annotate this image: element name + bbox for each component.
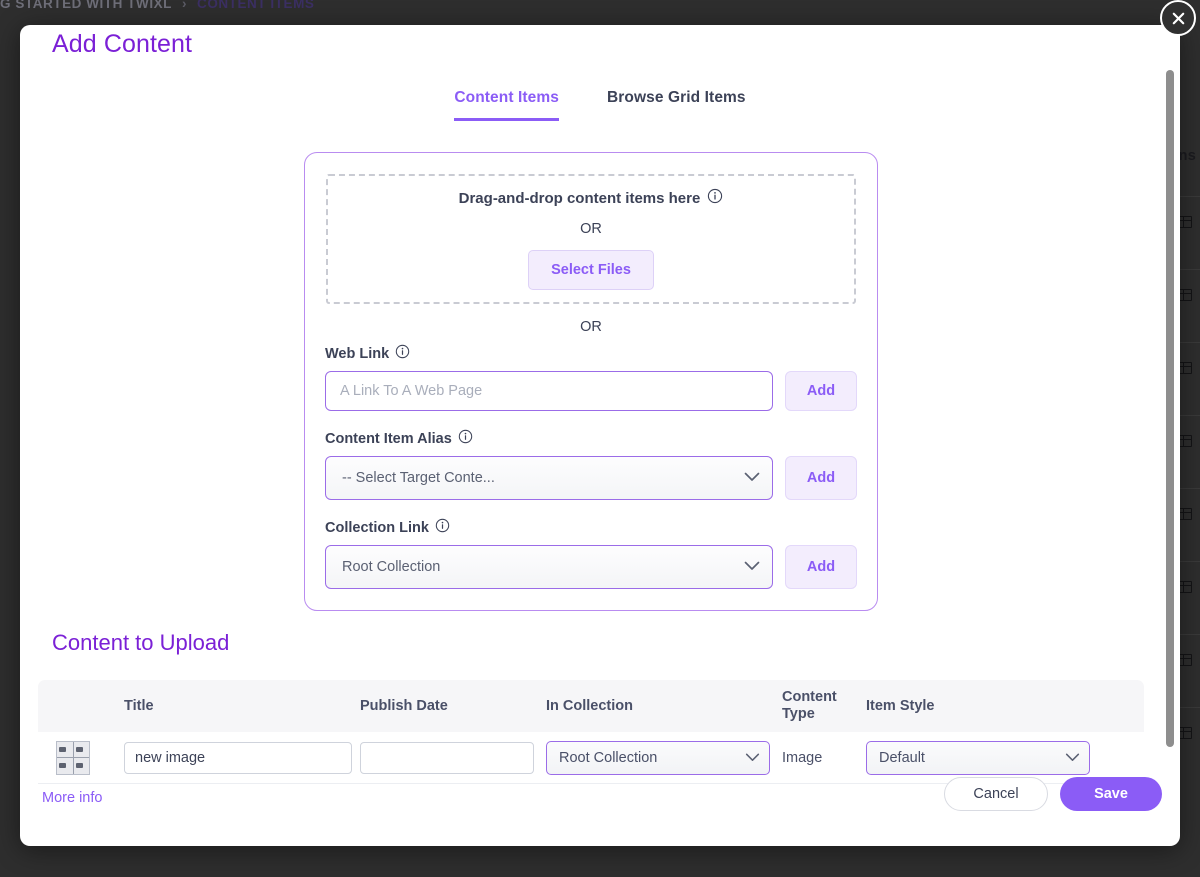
column-header-content-type: Content Type: [782, 689, 866, 722]
web-link-label: Web Link: [325, 344, 857, 363]
close-modal-button[interactable]: [1160, 0, 1196, 36]
collection-link-label-text: Collection Link: [325, 519, 429, 536]
dropzone-or-label: OR: [580, 221, 602, 237]
collection-link-field: Collection Link Root Collection Add: [325, 518, 857, 589]
modal-scrollbar[interactable]: [1166, 70, 1174, 747]
web-link-field: Web Link Add: [325, 344, 857, 411]
column-header-title: Title: [124, 697, 154, 714]
close-icon: [1170, 10, 1187, 27]
row-in-collection-select[interactable]: Root Collection: [546, 740, 770, 775]
web-link-label-text: Web Link: [325, 345, 390, 362]
breadcrumb-prev[interactable]: G STARTED WITH TWIXL: [0, 0, 172, 11]
web-link-add-button[interactable]: Add: [785, 371, 857, 411]
content-item-alias-select[interactable]: -- Select Target Conte...: [325, 456, 773, 500]
info-icon[interactable]: [395, 344, 410, 363]
content-item-alias-add-button[interactable]: Add: [785, 456, 857, 500]
row-title-cell: [124, 741, 360, 774]
column-header-in-collection: In Collection: [546, 697, 633, 714]
modal-footer-buttons: Cancel Save: [944, 777, 1162, 811]
collection-link-label: Collection Link: [325, 518, 857, 537]
column-header-content-type-line1: Content: [782, 689, 837, 706]
content-item-alias-field: Content Item Alias -- Select Target Cont…: [325, 429, 857, 500]
content-source-panel: Drag-and-drop content items here OR Sele…: [304, 152, 878, 611]
tab-browse-grid-items[interactable]: Browse Grid Items: [607, 89, 746, 121]
breadcrumb-current: CONTENT ITEMS: [197, 0, 315, 11]
info-icon[interactable]: [435, 518, 450, 537]
row-publish-date-input[interactable]: [360, 741, 534, 774]
row-item-style-select[interactable]: Default: [866, 740, 1090, 775]
breadcrumb-separator: ›: [181, 0, 188, 11]
row-item-style-cell: Default: [866, 740, 1106, 775]
collection-link-add-button[interactable]: Add: [785, 545, 857, 589]
table-header-row: Title Publish Date In Collection Content…: [38, 680, 1144, 732]
tab-content-items[interactable]: Content Items: [454, 89, 559, 121]
dropzone-label: Drag-and-drop content items here: [459, 188, 724, 208]
collection-link-select[interactable]: Root Collection: [325, 545, 773, 589]
column-header-publish-date: Publish Date: [360, 697, 448, 714]
column-header-content-type-line2: Type: [782, 706, 815, 722]
column-header-item-style: Item Style: [866, 697, 935, 714]
add-content-modal: Add Content Content Items Browse Grid It…: [20, 25, 1180, 846]
select-files-button[interactable]: Select Files: [528, 250, 654, 290]
content-item-alias-label-text: Content Item Alias: [325, 430, 452, 447]
row-content-type-value: Image: [782, 749, 823, 766]
cancel-button[interactable]: Cancel: [944, 777, 1048, 811]
image-thumbnail: [56, 740, 90, 775]
content-to-upload-table: Title Publish Date In Collection Content…: [38, 680, 1144, 784]
dropzone[interactable]: Drag-and-drop content items here OR Sele…: [326, 174, 856, 304]
info-icon[interactable]: [458, 429, 473, 448]
or-divider-label: OR: [580, 319, 602, 335]
dropzone-text: Drag-and-drop content items here: [458, 189, 701, 207]
row-in-collection-cell: Root Collection: [546, 740, 782, 775]
page-title: Add Content: [52, 30, 193, 58]
row-thumbnail-cell: [56, 740, 124, 775]
save-button[interactable]: Save: [1060, 777, 1162, 811]
content-to-upload-title: Content to Upload: [52, 630, 230, 655]
more-info-link[interactable]: More info: [42, 790, 102, 806]
breadcrumb: G STARTED WITH TWIXL › CONTENT ITEMS: [0, 0, 314, 11]
web-link-input[interactable]: [325, 371, 773, 411]
content-item-alias-label: Content Item Alias: [325, 429, 857, 448]
modal-tabs: Content Items Browse Grid Items: [20, 89, 1180, 121]
row-title-input[interactable]: [124, 741, 352, 774]
info-icon[interactable]: [707, 188, 723, 208]
row-publish-date-cell: [360, 741, 546, 774]
